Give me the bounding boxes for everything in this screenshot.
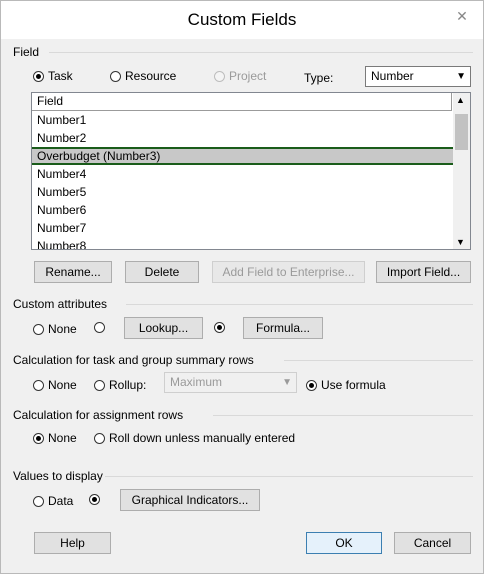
task-radio-label: Task: [48, 69, 73, 83]
rollup-select: Maximum ▼: [164, 372, 297, 393]
calc-summary-label: Calculation for task and group summary r…: [13, 353, 254, 367]
type-label: Type:: [304, 71, 334, 85]
values-display-divider: [105, 476, 473, 477]
delete-button[interactable]: Delete: [125, 261, 199, 283]
close-icon[interactable]: ✕: [447, 5, 477, 27]
rollup-radio-dot[interactable]: [94, 379, 105, 391]
field-list-header[interactable]: Field: [32, 93, 452, 111]
custom-none-radio[interactable]: None: [33, 322, 77, 336]
chevron-down-icon: ▼: [282, 377, 292, 388]
import-field-button[interactable]: Import Field...: [376, 261, 471, 283]
project-radio-dot: [214, 70, 225, 82]
type-select-value: Number: [371, 69, 414, 83]
resource-radio-dot[interactable]: [110, 70, 121, 82]
use-formula-radio-dot[interactable]: [306, 379, 317, 391]
roll-down-label: Roll down unless manually entered: [109, 431, 296, 445]
custom-none-label: None: [48, 322, 77, 336]
assignment-none-radio-dot[interactable]: [33, 432, 44, 444]
add-to-enterprise-button: Add Field to Enterprise...: [212, 261, 365, 283]
summary-none-radio[interactable]: None: [33, 378, 77, 392]
use-formula-label: Use formula: [321, 378, 386, 392]
data-radio-label: Data: [48, 494, 74, 508]
list-scrollbar[interactable]: ▲ ▼: [453, 93, 470, 249]
summary-none-radio-dot[interactable]: [33, 379, 44, 391]
custom-attributes-divider: [126, 304, 473, 305]
help-button[interactable]: Help: [34, 532, 111, 554]
list-item[interactable]: Number6: [32, 201, 453, 219]
list-item[interactable]: Number5: [32, 183, 453, 201]
field-section-label: Field: [13, 45, 40, 59]
summary-none-label: None: [48, 378, 77, 392]
chevron-down-icon: ▼: [456, 71, 466, 82]
calc-summary-divider: [284, 360, 473, 361]
values-display-label: Values to display: [13, 469, 103, 483]
graphical-indicators-radio[interactable]: [89, 494, 100, 505]
formula-button[interactable]: Formula...: [243, 317, 323, 339]
custom-fields-dialog: Custom Fields ✕ Field Task Resource Proj…: [0, 0, 484, 574]
scroll-thumb[interactable]: [455, 114, 468, 150]
list-item[interactable]: Number1: [32, 111, 453, 129]
project-radio-label: Project: [229, 69, 267, 83]
roll-down-radio[interactable]: Roll down unless manually entered: [94, 431, 295, 445]
formula-radio[interactable]: [214, 322, 225, 333]
scroll-up-icon[interactable]: ▲: [456, 95, 465, 105]
ok-button[interactable]: OK: [306, 532, 382, 554]
resource-radio-label: Resource: [125, 69, 177, 83]
roll-down-radio-dot[interactable]: [94, 432, 105, 444]
field-section-divider: [49, 52, 473, 53]
scroll-down-icon[interactable]: ▼: [456, 237, 465, 247]
list-item[interactable]: Number2: [32, 129, 453, 147]
list-item[interactable]: Number4: [32, 165, 453, 183]
data-radio-dot[interactable]: [33, 495, 44, 507]
lookup-button[interactable]: Lookup...: [124, 317, 203, 339]
use-formula-radio[interactable]: Use formula: [306, 378, 386, 392]
calc-assignment-divider: [213, 415, 473, 416]
data-radio[interactable]: Data: [33, 494, 73, 508]
lookup-radio[interactable]: [94, 322, 105, 333]
graphical-indicators-button[interactable]: Graphical Indicators...: [120, 489, 260, 511]
project-radio: Project: [214, 69, 266, 83]
field-list[interactable]: Field Number1 Number2 Overbudget (Number…: [31, 92, 471, 250]
type-select[interactable]: Number ▼: [365, 66, 471, 87]
lookup-radio-dot[interactable]: [94, 322, 105, 333]
list-item[interactable]: Number8: [32, 237, 453, 249]
rollup-select-value: Maximum: [170, 375, 223, 389]
cancel-button[interactable]: Cancel: [394, 532, 471, 554]
task-radio[interactable]: Task: [33, 69, 73, 83]
list-item[interactable]: Number7: [32, 219, 453, 237]
assignment-none-radio[interactable]: None: [33, 431, 77, 445]
rollup-label: Rollup:: [109, 378, 147, 392]
list-item-selected[interactable]: Overbudget (Number3): [32, 147, 453, 165]
assignment-none-label: None: [48, 431, 77, 445]
calc-assignment-label: Calculation for assignment rows: [13, 408, 184, 422]
custom-none-radio-dot[interactable]: [33, 323, 44, 335]
rename-button[interactable]: Rename...: [34, 261, 112, 283]
custom-attributes-label: Custom attributes: [13, 297, 108, 311]
task-radio-dot[interactable]: [33, 70, 44, 82]
dialog-title: Custom Fields: [187, 10, 297, 29]
formula-radio-dot[interactable]: [214, 322, 225, 333]
resource-radio[interactable]: Resource: [110, 69, 176, 83]
title-bar: Custom Fields ✕: [1, 1, 483, 39]
graphical-indicators-radio-dot[interactable]: [89, 494, 100, 505]
rollup-radio[interactable]: Rollup:: [94, 378, 146, 392]
